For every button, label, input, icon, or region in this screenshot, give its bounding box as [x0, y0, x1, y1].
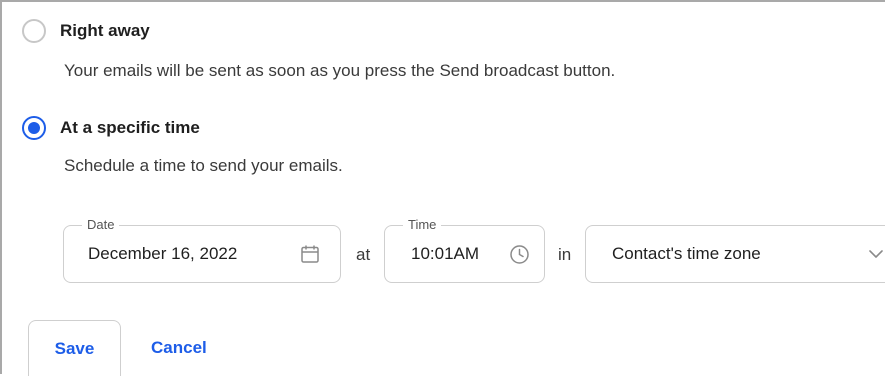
schedule-panel: Right away Your emails will be sent as s… [0, 0, 885, 376]
time-value: 10:01AM [411, 244, 480, 263]
save-button[interactable]: Save [28, 320, 121, 376]
option-right-away-description: Your emails will be sent as soon as you … [64, 61, 616, 80]
option-specific-time-description: Schedule a time to send your emails. [64, 156, 343, 175]
option-specific-time[interactable]: At a specific time [22, 116, 200, 140]
timezone-value: Contact's time zone [612, 244, 761, 263]
time-field[interactable]: Time 10:01AM [384, 217, 545, 283]
at-connector: at [356, 245, 371, 264]
clock-icon[interactable] [509, 244, 530, 265]
chevron-down-icon[interactable] [868, 248, 884, 260]
radio-specific-time[interactable] [22, 116, 46, 140]
option-specific-time-label: At a specific time [60, 118, 200, 137]
option-right-away[interactable]: Right away [22, 19, 150, 43]
time-field-legend: Time [403, 217, 442, 233]
calendar-icon[interactable] [300, 244, 320, 264]
radio-right-away[interactable] [22, 19, 46, 43]
in-connector: in [558, 245, 572, 264]
cancel-button[interactable]: Cancel [139, 320, 219, 376]
option-right-away-label: Right away [60, 21, 150, 40]
date-field[interactable]: Date December 16, 2022 [63, 217, 341, 283]
date-value: December 16, 2022 [88, 244, 238, 263]
date-field-legend: Date [82, 217, 120, 233]
timezone-select[interactable]: Contact's time zone [585, 225, 885, 283]
